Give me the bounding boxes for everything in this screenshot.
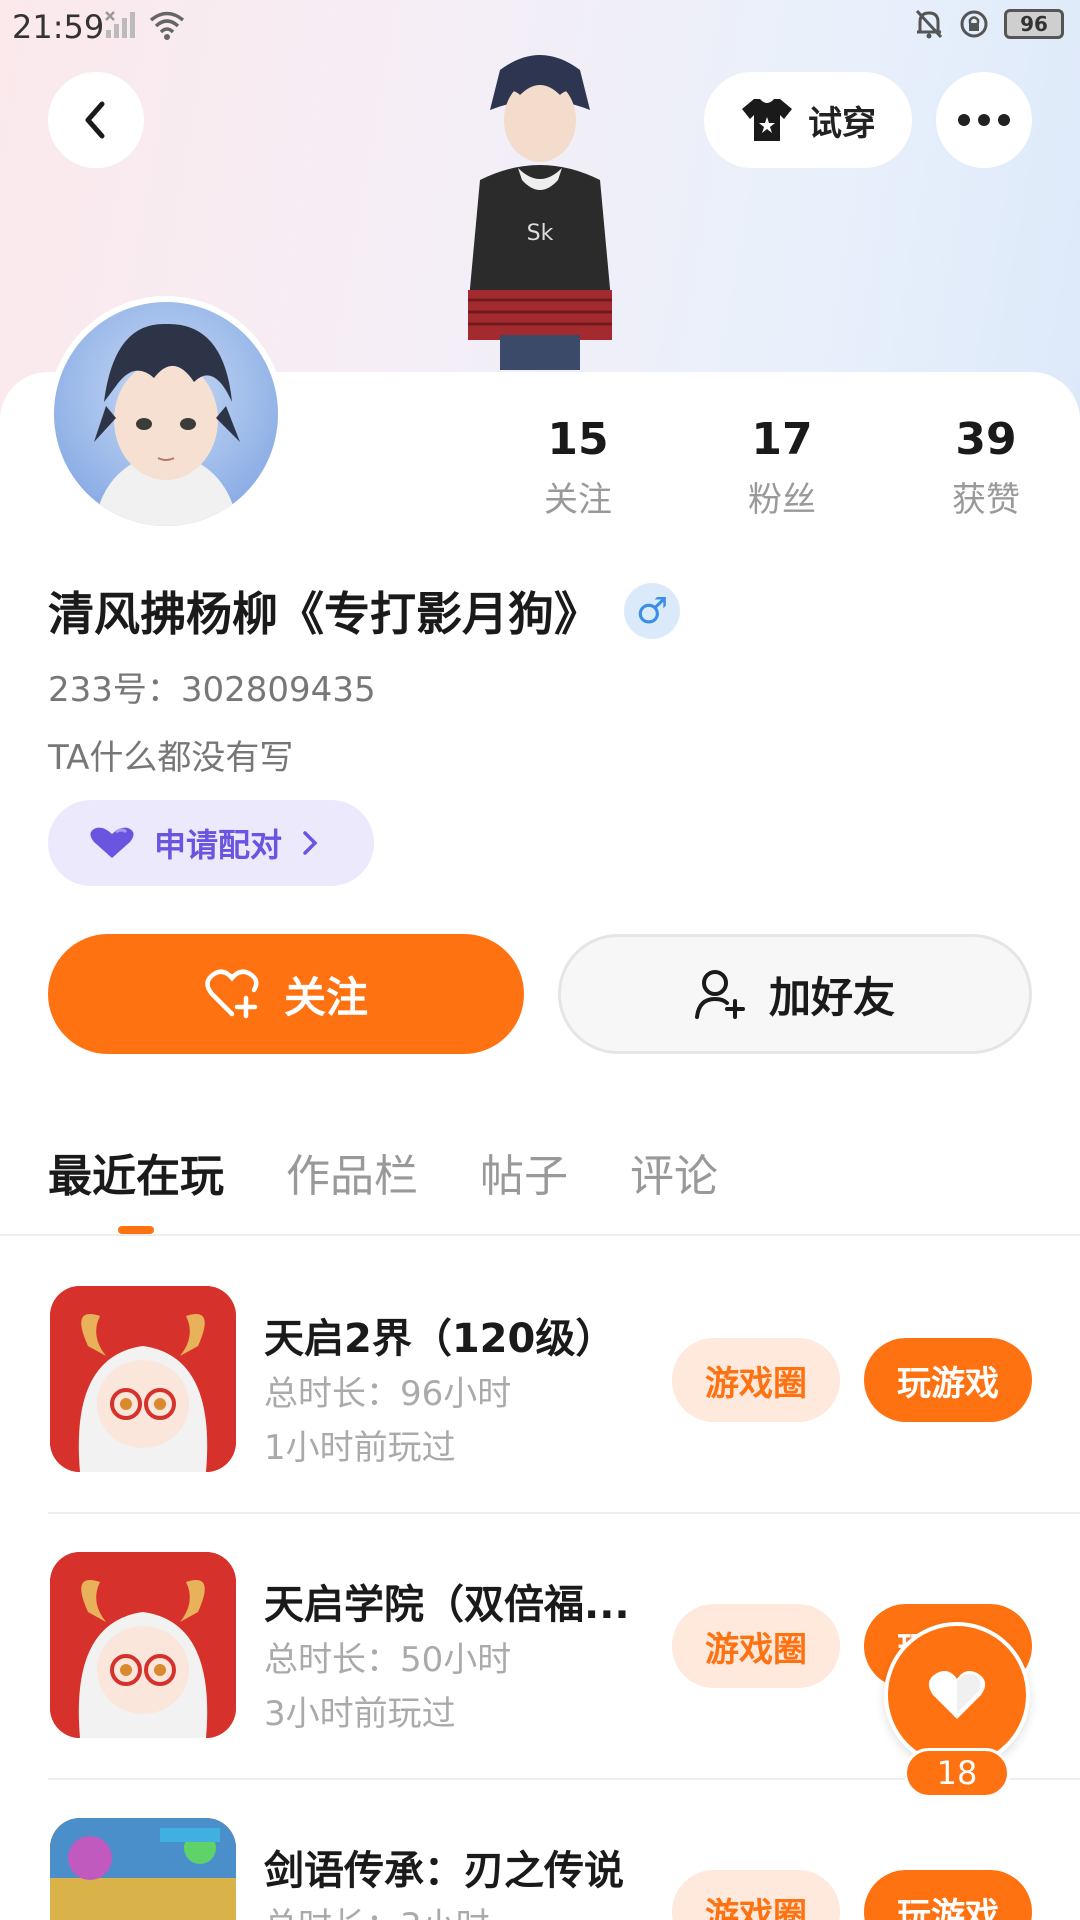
heart-add-icon: [205, 969, 259, 1019]
game-list-item[interactable]: 天启2界（120级） 总时长：96小时 1小时前玩过 游戏圈 玩游戏: [48, 1286, 1080, 1486]
stats-row: 15 关注 17 粉丝 39 获赞: [476, 410, 1080, 524]
game-icon-image: [50, 1552, 236, 1738]
profile-tabs: 最近在玩 作品栏 帖子 评论: [48, 1140, 718, 1204]
character-figure: Sk: [468, 55, 612, 370]
stat-label: 粉丝: [748, 480, 816, 520]
tryon-label: 试穿: [808, 103, 876, 144]
play-game-button[interactable]: 玩游戏: [864, 1870, 1032, 1920]
avatar[interactable]: [48, 296, 284, 532]
tabs-divider: [0, 1234, 1080, 1236]
row-divider: [48, 1512, 1080, 1514]
stat-label: 获赞: [952, 480, 1020, 520]
game-circle-button[interactable]: 游戏圈: [672, 1338, 840, 1422]
tryon-button[interactable]: 试穿: [704, 72, 912, 168]
signal-icon: [105, 11, 135, 38]
name-row: 清风拂杨柳《专打影月狗》 ♂: [48, 578, 680, 644]
game-last-played: 3小时前玩过: [264, 1694, 456, 1734]
tab-works[interactable]: 作品栏: [286, 1140, 418, 1204]
request-pair-button[interactable]: 申请配对: [48, 800, 374, 886]
avatar-image: [54, 302, 278, 526]
mute-bell-icon: [915, 9, 943, 39]
tab-recently-played[interactable]: 最近在玩: [48, 1140, 224, 1204]
game-icon-image: [50, 1818, 236, 1920]
add-friend-button[interactable]: 加好友: [558, 934, 1032, 1054]
more-dot-icon: [958, 114, 970, 126]
status-bar: 21:59 96: [0, 0, 1080, 56]
floating-like-button[interactable]: [884, 1622, 1030, 1768]
more-dot-icon: [998, 114, 1010, 126]
user-bio: TA什么都没有写: [48, 738, 294, 778]
heart-icon: [928, 1671, 986, 1719]
stat-value: 39: [955, 414, 1017, 465]
add-friend-label: 加好友: [768, 972, 895, 1022]
tab-posts[interactable]: 帖子: [480, 1140, 568, 1204]
status-time: 21:59: [12, 8, 105, 46]
active-tab-indicator: [118, 1226, 154, 1234]
chevron-left-icon: [85, 101, 105, 139]
rotation-lock-icon: [960, 10, 988, 38]
game-last-played: 1小时前玩过: [264, 1428, 456, 1468]
stat-value: 17: [751, 414, 813, 465]
game-icon-image: [50, 1286, 236, 1472]
follow-label: 关注: [283, 972, 368, 1022]
game-duration: 总时长：3小时: [264, 1898, 490, 1920]
game-circle-button[interactable]: 游戏圈: [672, 1870, 840, 1920]
battery-indicator: 96: [1004, 9, 1064, 39]
game-title: 天启2界（120级）: [264, 1316, 616, 1362]
game-title: 天启学院（双倍福...: [264, 1582, 630, 1628]
follow-button[interactable]: 关注: [48, 934, 524, 1054]
chevron-right-icon: [303, 831, 318, 855]
tab-comments[interactable]: 评论: [630, 1140, 718, 1204]
game-duration: 总时长：50小时: [264, 1640, 512, 1680]
heart-icon: [90, 827, 134, 858]
add-user-icon: [694, 970, 745, 1019]
more-options-button[interactable]: [936, 72, 1032, 168]
wifi-icon: [149, 11, 185, 40]
stat-value: 15: [547, 414, 609, 465]
play-game-button[interactable]: 玩游戏: [864, 1338, 1032, 1422]
male-gender-icon: ♂: [624, 583, 680, 639]
svg-text:Sk: Sk: [527, 221, 554, 246]
game-circle-button[interactable]: 游戏圈: [672, 1604, 840, 1688]
stat-label: 关注: [544, 480, 612, 520]
user-name: 清风拂杨柳《专打影月狗》: [48, 587, 600, 641]
game-duration: 总时长：96小时: [264, 1374, 512, 1414]
game-title: 剑语传承：刃之传说: [264, 1848, 624, 1894]
status-icons-right: 96: [914, 8, 1064, 40]
request-pair-label: 申请配对: [154, 826, 283, 864]
back-button[interactable]: [48, 72, 144, 168]
tshirt-icon: [742, 99, 792, 141]
stat-following[interactable]: 15 关注: [476, 410, 680, 524]
like-count-badge: 18: [904, 1748, 1010, 1798]
stat-followers[interactable]: 17 粉丝: [680, 410, 884, 524]
user-id: 233号：302809435: [48, 670, 376, 710]
stat-likes[interactable]: 39 获赞: [884, 410, 1080, 524]
game-list-item[interactable]: 剑语传承：刃之传说 总时长：3小时 游戏圈 玩游戏: [48, 1818, 1080, 1920]
more-dot-icon: [978, 114, 990, 126]
status-icons-left: [104, 10, 186, 40]
